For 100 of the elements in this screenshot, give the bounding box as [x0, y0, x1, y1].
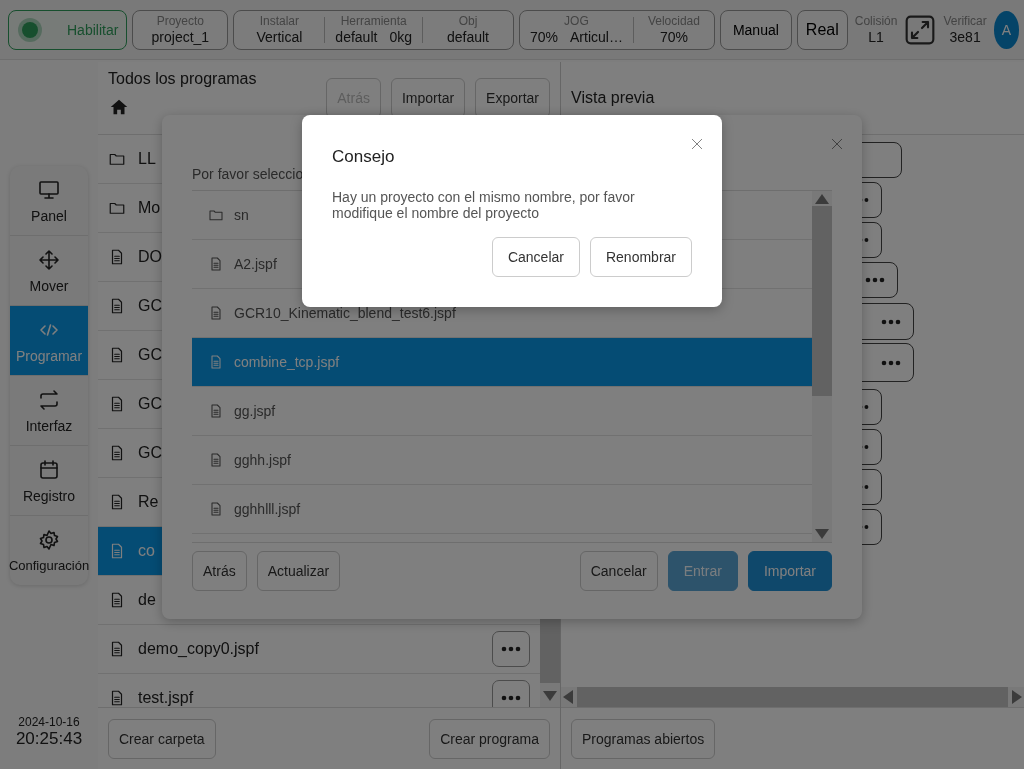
document-icon [208, 501, 224, 517]
field-value: project_1 [151, 28, 210, 46]
file-name: combine_tcp.jspf [234, 354, 340, 370]
field-value: 3e81 [949, 27, 981, 46]
folder-icon [208, 207, 224, 223]
field-value: default [446, 28, 489, 46]
program-name: GC [138, 297, 162, 315]
dialog-button[interactable]: Importar [747, 551, 832, 591]
scroll-left-icon[interactable] [563, 690, 573, 704]
dialog-button[interactable]: Renombrar [589, 237, 692, 277]
program-name: de [138, 591, 156, 609]
program-name: Mo [138, 199, 161, 217]
dialog-message: Hay un proyecto con el mismo nombre, por favor modifique el nombre del proyecto [332, 189, 636, 221]
scroll-right-icon[interactable] [1012, 690, 1022, 704]
document-icon [208, 452, 224, 468]
field-value: 70% [659, 27, 688, 46]
file-name: sn [234, 207, 249, 223]
file-name: gghhlll.jspf [234, 501, 301, 517]
move-arrows-icon [37, 247, 61, 272]
field-value: 70% [530, 27, 558, 46]
time-text: 20:25:43 [15, 729, 83, 749]
program-name: demo_copy0.jspf [138, 640, 259, 658]
more-icon [881, 318, 901, 325]
dialog-button[interactable]: Cancelar [579, 551, 658, 591]
dialog-button[interactable]: Cancelar [491, 237, 580, 277]
scrollbar-thumb[interactable] [812, 206, 832, 396]
field-label: Velocidad [647, 13, 700, 28]
more-icon [881, 359, 901, 366]
footer-button[interactable]: Crear programa [429, 718, 550, 759]
program-name: GC [138, 346, 162, 364]
close-icon [830, 137, 844, 151]
nav-item[interactable]: Panel [10, 166, 88, 236]
footer-button[interactable]: Programas abiertos [571, 718, 716, 759]
date-text: 2024-10-16 [18, 715, 80, 729]
program-name: GC [138, 395, 162, 413]
nav-item[interactable]: Interfaz [10, 376, 88, 446]
program-name: LL [138, 150, 156, 168]
field-label: JOG [564, 13, 589, 28]
program-name: Re [138, 493, 159, 511]
field-value: 0kg [389, 27, 412, 46]
swap-arrows-icon [37, 387, 61, 412]
scrollbar[interactable] [812, 191, 832, 542]
nav-item[interactable]: Programar [10, 306, 88, 376]
program-name: test.jspf [138, 689, 194, 707]
expand-icon [904, 13, 937, 46]
scroll-down-icon[interactable] [543, 691, 557, 701]
gear-icon [37, 528, 61, 552]
close-icon [690, 137, 704, 151]
mode-button[interactable]: Real [796, 9, 848, 50]
field-value: Articul… [570, 27, 623, 46]
document-icon [208, 256, 224, 272]
dialog-title: Consejo [332, 147, 396, 167]
file-row[interactable]: gg.jspf [192, 387, 812, 436]
document-icon [208, 354, 224, 370]
panel-title: Todos los programas [108, 70, 257, 88]
field-label: Proyecto [156, 13, 205, 28]
file-name: gghh.jspf [234, 452, 291, 468]
file-row[interactable]: combine_tcp.jspf [192, 338, 812, 387]
scroll-up-icon[interactable] [815, 194, 829, 204]
more-button[interactable] [492, 631, 530, 667]
mode-button[interactable]: Manual [719, 9, 792, 50]
setup-panel[interactable]: Instalar Vertical Herramienta default 0kg Obj default [233, 9, 514, 50]
field-label: Herramienta [340, 13, 407, 28]
more-icon [865, 277, 885, 283]
program-row[interactable]: demo_copy0.jspf [98, 625, 540, 674]
program-name: DO [138, 248, 162, 266]
panel-title: Vista previa [571, 89, 655, 107]
close-button[interactable] [830, 137, 844, 151]
more-icon [501, 695, 521, 701]
close-button[interactable] [690, 137, 704, 151]
toolbar-button[interactable]: Exportar [475, 78, 550, 118]
nav-item[interactable]: Registro [10, 446, 88, 516]
file-name: gg.jspf [234, 403, 276, 419]
file-row[interactable]: gghh.jspf [192, 436, 812, 485]
program-name: GC [138, 444, 162, 462]
project-panel[interactable]: Proyecto project_1 [132, 9, 229, 50]
document-icon [208, 305, 224, 321]
toolbar-button[interactable]: Importar [390, 78, 466, 118]
more-icon [501, 646, 521, 652]
program-name: co [138, 542, 155, 560]
jog-panel[interactable]: JOG 70% Articul… Velocidad 70% [519, 9, 715, 50]
scroll-down-icon[interactable] [815, 529, 829, 539]
field-label: Obj [458, 13, 478, 28]
more-button[interactable] [492, 680, 530, 707]
field-label: Instalar [259, 13, 300, 28]
footer-button[interactable]: Crear carpeta [108, 718, 216, 759]
file-name: A2.jspf [234, 256, 277, 272]
dialog-button[interactable]: Actualizar [256, 551, 341, 591]
field-value: default [335, 27, 378, 46]
user-avatar[interactable]: A [993, 10, 1019, 49]
dialog-button[interactable]: Atrás [192, 551, 247, 591]
file-name: GCR10_Kinematic_blend_test6.jspf [234, 305, 456, 321]
file-row[interactable]: gghhlll.jspf [192, 485, 812, 534]
field-value: L1 [868, 27, 884, 46]
enable-button[interactable]: Habilitar [8, 9, 128, 50]
nav-item[interactable]: Configuración [10, 516, 88, 585]
document-icon [208, 403, 224, 419]
calendar-icon [37, 457, 61, 482]
dialog-prompt: Por favor seleccio [192, 166, 305, 184]
field-value: Vertical [256, 27, 303, 46]
